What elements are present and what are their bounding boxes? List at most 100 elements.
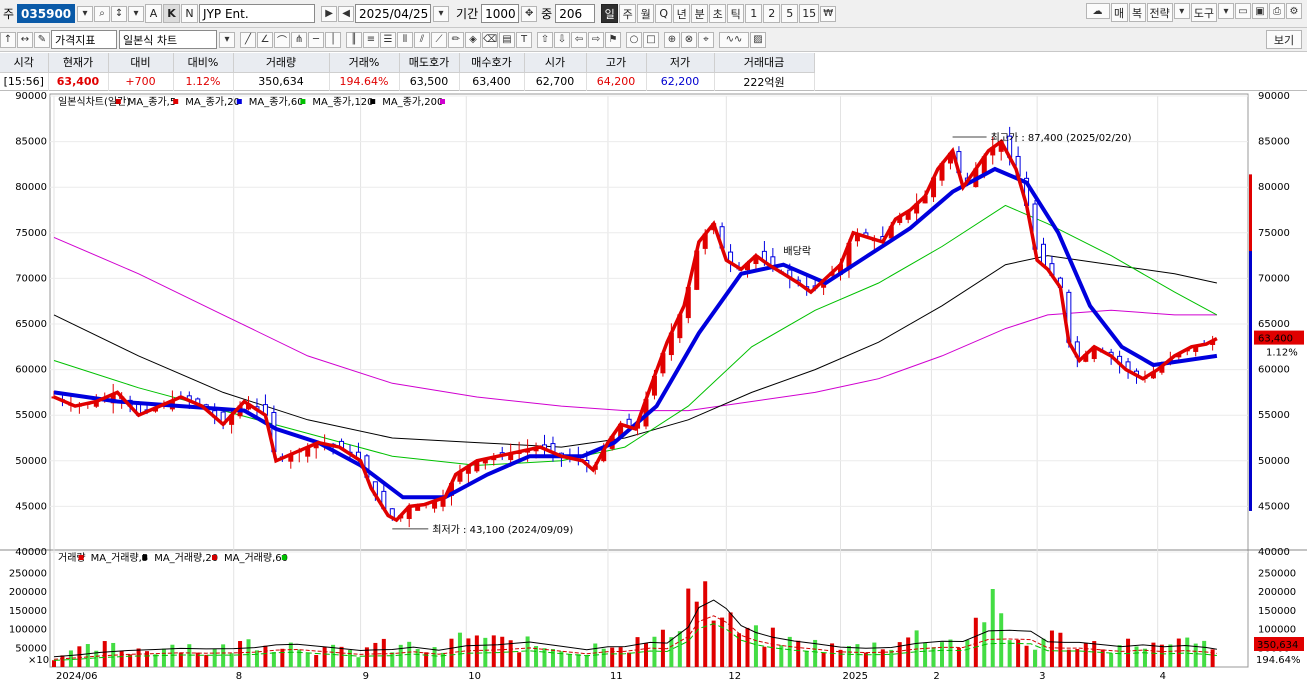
timeframe-year-button[interactable]: 년 — [673, 4, 691, 23]
chevron-down-icon[interactable]: ▾ — [1173, 3, 1190, 19]
fan-tool-icon[interactable]: ⋔ — [291, 31, 307, 48]
pen-tool-icon[interactable]: ✏ — [448, 31, 464, 48]
won-icon[interactable]: ₩ — [820, 5, 837, 22]
last-price-label: 63,400 — [1258, 334, 1293, 345]
text-tool-icon[interactable]: T — [516, 31, 532, 48]
price-tick-left: 75000 — [15, 228, 47, 239]
play-back-icon[interactable]: ◀ — [338, 5, 355, 22]
settings-icon[interactable]: ⚙ — [1286, 3, 1302, 19]
quote-volume-pct: 194.64% — [329, 72, 400, 91]
volume-bar — [1117, 645, 1122, 667]
view-button[interactable]: 보기 — [1266, 30, 1302, 49]
zoom-tool-icon[interactable]: ⊕ — [664, 31, 680, 48]
period-input[interactable]: 1000 — [481, 4, 520, 23]
arrows-horizontal-icon[interactable]: ↔ — [17, 31, 33, 48]
flag-tool-icon[interactable]: ⚑ — [605, 31, 621, 48]
hline-tool-icon[interactable]: ─ — [308, 31, 324, 48]
wave-tool-icon[interactable]: ∿∿ — [719, 31, 749, 48]
move-icon[interactable]: ✥ — [521, 5, 538, 22]
timeframe-quarter-button[interactable]: Q — [655, 4, 673, 23]
angle-tool-icon[interactable]: ∠ — [257, 31, 273, 48]
tools-button[interactable]: 도구 — [1190, 3, 1217, 22]
vline-tool-icon[interactable]: │ — [325, 31, 341, 48]
timeframe-2-button[interactable]: 2 — [763, 4, 781, 23]
volume-bar — [830, 643, 835, 667]
legend-swatch — [212, 555, 217, 560]
volume-bar — [1168, 644, 1173, 667]
arc-tool-icon[interactable]: ⌒ — [274, 31, 290, 48]
price-tick-right: 90000 — [1258, 92, 1290, 102]
arrow-up-icon[interactable]: ↑ — [0, 31, 16, 48]
letter-n-button[interactable]: N — [181, 4, 199, 23]
price-tick-right: 65000 — [1258, 319, 1290, 330]
copy-button[interactable]: 복 — [1128, 3, 1146, 22]
volume-bar — [720, 617, 725, 667]
stock-code-input[interactable]: 035900 — [17, 4, 76, 23]
folder-icon[interactable]: ▭ — [1235, 3, 1251, 19]
eraser-tool-icon[interactable]: ⌫ — [482, 31, 498, 48]
volume-bar — [466, 638, 471, 667]
rect-tool-icon[interactable]: □ — [643, 31, 659, 48]
fibo-tool-icon[interactable]: ☰ — [380, 31, 396, 48]
strategy-button[interactable]: 전략 — [1146, 3, 1173, 22]
timeframe-minute-button[interactable]: 분 — [691, 4, 709, 23]
chart-svg[interactable]: 2024/06 8 9 10 11 12 2025 2 3 4 90000 90000 85000 850… — [0, 92, 1307, 687]
grid-tool-icon[interactable]: ≡ — [363, 31, 379, 48]
save-icon[interactable]: ▣ — [1252, 3, 1268, 19]
price-tick-left: 60000 — [15, 365, 47, 376]
timeframe-1-button[interactable]: 1 — [745, 4, 763, 23]
timeframe-day-button[interactable]: 일 — [601, 4, 619, 23]
trend-tool-icon[interactable]: ⟋ — [431, 31, 447, 48]
buy-button[interactable]: 매 — [1110, 3, 1128, 22]
volume-bar — [356, 657, 361, 667]
channel-tool-icon[interactable]: ⫽ — [414, 31, 430, 48]
timeframe-week-button[interactable]: 주 — [619, 4, 637, 23]
price-tick-right: 60000 — [1258, 365, 1290, 376]
sort-icon[interactable]: ↕ — [111, 5, 128, 22]
timeframe-month-button[interactable]: 월 — [637, 4, 655, 23]
image-tool-icon[interactable]: ▨ — [750, 31, 766, 48]
arrow-left-tool-icon[interactable]: ⇦ — [571, 31, 587, 48]
crosshair-tool-icon[interactable]: ⌖ — [698, 31, 714, 48]
arrow-up-tool-icon[interactable]: ⇧ — [537, 31, 553, 48]
legend-swatch — [236, 99, 242, 104]
arrow-down-tool-icon[interactable]: ⇩ — [554, 31, 570, 48]
letter-k-button[interactable]: K — [163, 4, 181, 23]
timeframe-15-button[interactable]: 15 — [799, 4, 820, 23]
timeframe-5-button[interactable]: 5 — [781, 4, 799, 23]
cloud-icon[interactable]: ☁ — [1085, 3, 1110, 19]
bars-tool-icon[interactable]: ║ — [346, 31, 362, 48]
calendar-dropdown-icon[interactable]: ▾ — [433, 5, 450, 22]
magnet-tool-icon[interactable]: ⊗ — [681, 31, 697, 48]
count-input[interactable]: 206 — [555, 4, 596, 23]
timeframe-tick-button[interactable]: 틱 — [727, 4, 745, 23]
volume-bar — [517, 652, 522, 667]
palette-tool-icon[interactable]: ◈ — [465, 31, 481, 48]
chevron-down-icon[interactable]: ▾ — [219, 31, 235, 48]
edit-icon[interactable]: ✎ — [34, 31, 50, 48]
volume-legend-item: MA_거래량,20 — [154, 552, 218, 564]
search-icon[interactable]: ⌕ — [94, 5, 111, 22]
date-input[interactable]: 2025/04/25 — [355, 4, 432, 23]
price-tick-left: 85000 — [15, 137, 47, 148]
note-tool-icon[interactable]: ▤ — [499, 31, 515, 48]
line-tool-icon[interactable]: ╱ — [240, 31, 256, 48]
stock-chart[interactable]: 2024/06 8 9 10 11 12 2025 2 3 4 90000 90000 85000 850… — [0, 92, 1307, 687]
chart-type-select[interactable]: 일본식 차트 — [119, 30, 217, 49]
cycle-tool-icon[interactable]: ⫴ — [397, 31, 413, 48]
circle-tool-icon[interactable]: ○ — [626, 31, 642, 48]
print-icon[interactable]: ⎙ — [1269, 3, 1285, 19]
play-icon[interactable]: ▶ — [321, 5, 338, 22]
arrow-right-tool-icon[interactable]: ⇨ — [588, 31, 604, 48]
timeframe-second-button[interactable]: 초 — [709, 4, 727, 23]
stock-name-field[interactable]: JYP Ent. — [199, 4, 316, 23]
volume-bar — [424, 652, 429, 667]
chevron-down-icon[interactable]: ▾ — [128, 5, 145, 22]
quote-change-pct: 1.12% — [173, 72, 234, 91]
dropdown-icon[interactable]: ▾ — [77, 5, 94, 22]
price-indicator-select[interactable]: 가격지표 — [51, 30, 117, 49]
chevron-down-icon[interactable]: ▾ — [1218, 3, 1234, 19]
letter-a-button[interactable]: A — [145, 4, 163, 23]
x-tick-label: 9 — [363, 671, 369, 682]
quote-bid: 63,400 — [459, 72, 525, 91]
